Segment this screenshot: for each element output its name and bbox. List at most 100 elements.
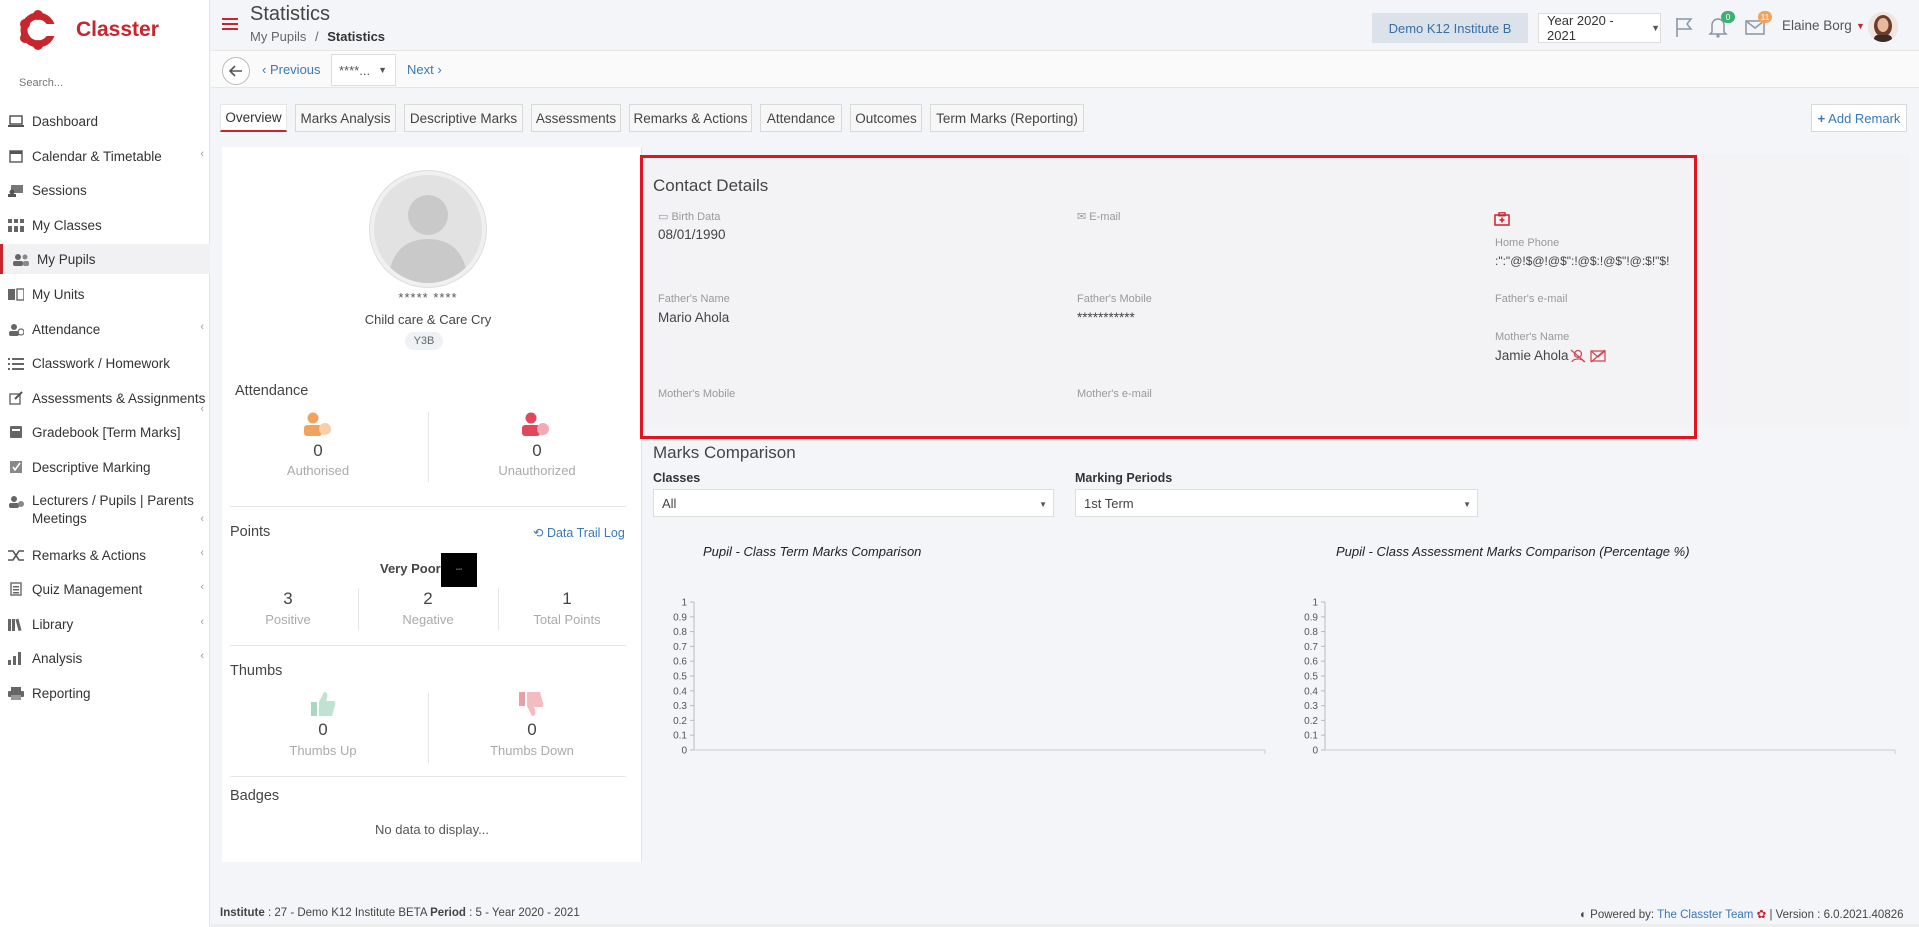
sidebar-item-analysis[interactable]: Analysis ‹	[0, 643, 210, 673]
home-phone-label: Home Phone	[1495, 237, 1560, 249]
sidebar-item-reporting[interactable]: Reporting	[0, 678, 210, 708]
home-phone-value: :":"@!$@!@$":!@$:!@$"!@:$!"$!	[1495, 254, 1670, 268]
user-name[interactable]: Elaine Borg	[1782, 18, 1852, 33]
marking-periods-select[interactable]: 1st Term ▼	[1075, 489, 1478, 517]
version-label: | Version : 6.0.2021.40826	[1769, 909, 1904, 921]
positive-points-count: 3	[283, 589, 293, 608]
thumbs-up-label: Thumbs Up	[289, 743, 357, 758]
add-remark-label: Add Remark	[1828, 110, 1901, 126]
thumbs-down-label: Thumbs Down	[490, 743, 574, 758]
points-section-title: Points	[230, 524, 271, 540]
sidebar-item-label: Descriptive Marking	[32, 459, 151, 475]
father-mobile-value: ***********	[1077, 310, 1135, 325]
printer-icon: ▭	[658, 211, 672, 223]
pupil-photo	[370, 171, 486, 287]
chevron-left-icon: ‹	[200, 581, 204, 593]
pupil-name: ***** ****	[398, 290, 458, 305]
add-remark-button[interactable]: + Add Remark	[1811, 104, 1907, 132]
chart-term-marks: 0 0.1 0.2 0.3 0.4 0.5 0.6 0.7 0.8 0.9 1	[673, 598, 1266, 757]
year-select[interactable]: Year 2020 - 2021 ▼	[1538, 13, 1661, 43]
breadcrumb-parent[interactable]: My Pupils	[250, 29, 306, 44]
previous-link[interactable]: ‹ Previous	[262, 62, 321, 77]
sidebar-item-my-classes[interactable]: My Classes	[0, 210, 210, 240]
notifications-badge: 0	[1721, 11, 1735, 23]
y-tick-label: 0	[681, 746, 687, 757]
data-trail-log-link[interactable]: ⟲ Data Trail Log	[533, 525, 625, 540]
sidebar-item-library[interactable]: Library ‹	[0, 609, 210, 639]
mother-name-value: Jamie Ahola	[1495, 348, 1569, 363]
tab-attendance[interactable]: Attendance	[760, 104, 842, 132]
caret-down-icon[interactable]: ▼	[1856, 21, 1865, 31]
thumbs-up-count: 0	[318, 720, 328, 739]
total-points-count: 1	[562, 589, 572, 608]
authorised-icon	[303, 412, 333, 441]
contact-details-title: Contact Details	[653, 176, 769, 195]
rating-image: ▪▪▪	[441, 553, 477, 587]
sidebar-item-my-units[interactable]: My Units	[0, 279, 210, 309]
sidebar-item-label: Classwork / Homework	[32, 355, 171, 371]
sidebar-item-label: My Pupils	[37, 251, 96, 267]
next-link[interactable]: Next ›	[407, 62, 442, 77]
sidebar-item-label: Quiz Management	[32, 581, 143, 597]
app-logo[interactable]: Classter	[18, 8, 218, 52]
tab-assessments[interactable]: Assessments	[531, 104, 621, 132]
tab-outcomes[interactable]: Outcomes	[850, 104, 922, 132]
sidebar-item-classwork[interactable]: Classwork / Homework	[0, 348, 210, 378]
sidebar-item-descriptive-marking[interactable]: Descriptive Marking	[0, 452, 210, 482]
medical-kit-icon[interactable]	[1494, 212, 1510, 229]
sidebar-item-my-pupils[interactable]: My Pupils	[0, 244, 210, 274]
sidebar-search-input[interactable]	[10, 70, 200, 96]
divider	[230, 506, 626, 507]
sidebar-item-calendar[interactable]: Calendar & Timetable ‹	[0, 141, 210, 171]
classes-filter-label: Classes	[653, 471, 701, 485]
marking-periods-filter-label: Marking Periods	[1075, 471, 1173, 485]
classter-team-link[interactable]: The Classter Team	[1657, 909, 1753, 921]
back-button[interactable]	[222, 57, 250, 85]
sidebar-item-quiz[interactable]: Quiz Management ‹	[0, 574, 210, 604]
chevron-right-icon: ›	[433, 62, 442, 77]
sidebar-item-meetings[interactable]: Lecturers / Pupils | Parents Meetings ‹	[0, 492, 210, 532]
tab-remarks-actions[interactable]: Remarks & Actions	[629, 104, 752, 132]
edit-icon	[8, 391, 24, 405]
breadcrumb-separator: /	[314, 29, 319, 44]
thumbs-down-count: 0	[527, 720, 537, 739]
sidebar-item-attendance[interactable]: Attendance ‹	[0, 314, 210, 344]
pupil-select[interactable]: ****... ▼	[331, 54, 396, 86]
chart-assessment-marks: 0 0.1 0.2 0.3 0.4 0.5 0.6 0.7 0.8 0.9 1	[1304, 598, 1896, 757]
sidebar-item-label: Remarks & Actions	[32, 547, 147, 563]
sidebar-item-dashboard[interactable]: Dashboard	[0, 106, 210, 136]
sidebar-item-label: Attendance	[32, 321, 101, 337]
y-tick-label: 0.7	[1304, 642, 1318, 653]
menu-toggle-icon[interactable]	[222, 18, 238, 32]
caret-down-icon: ▼	[1039, 500, 1047, 509]
sidebar-item-gradebook[interactable]: Gradebook [Term Marks]	[0, 417, 210, 447]
footer-period-label: Period	[430, 907, 466, 919]
y-tick-label: 0.3	[673, 701, 687, 712]
y-tick-label: 0.2	[1304, 716, 1318, 727]
tab-overview[interactable]: Overview	[220, 104, 287, 132]
user-placeholder-icon	[374, 175, 482, 283]
chevron-left-icon: ‹	[262, 62, 270, 77]
no-contact-icon[interactable]	[1570, 349, 1586, 366]
institute-button[interactable]: Demo K12 Institute B	[1372, 13, 1528, 43]
data-trail-label: Data Trail Log	[546, 526, 625, 540]
bell-icon[interactable]: 0	[1707, 11, 1735, 38]
avatar[interactable]	[1868, 12, 1898, 42]
year-select-value: Year 2020 - 2021	[1547, 13, 1614, 43]
sidebar-item-sessions[interactable]: Sessions	[0, 175, 210, 205]
sidebar-item-label: Reporting	[32, 685, 91, 701]
shuffle-icon	[8, 548, 24, 562]
messages-badge: 11	[1758, 11, 1772, 23]
sidebar-item-remarks[interactable]: Remarks & Actions ‹	[0, 540, 210, 570]
tab-descriptive-marks[interactable]: Descriptive Marks	[404, 104, 523, 132]
no-message-icon[interactable]	[1590, 349, 1606, 366]
y-tick-label: 0.6	[1304, 657, 1318, 668]
sidebar-item-assessments[interactable]: Assessments & Assignments ‹	[0, 383, 210, 415]
classes-select[interactable]: All ▼	[653, 489, 1054, 517]
attendance-section-title: Attendance	[235, 383, 309, 399]
mail-icon[interactable]: 11	[1744, 11, 1772, 38]
tab-term-marks[interactable]: Term Marks (Reporting)	[930, 104, 1084, 132]
tab-marks-analysis[interactable]: Marks Analysis	[295, 104, 396, 132]
flag-icon[interactable]	[1673, 16, 1695, 38]
divider	[428, 693, 429, 763]
